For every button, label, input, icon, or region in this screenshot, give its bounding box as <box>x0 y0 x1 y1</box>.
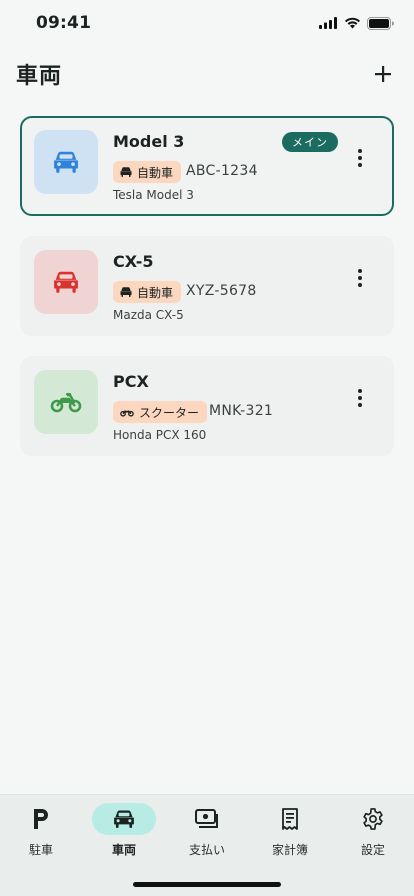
vehicle-thumbnail <box>34 250 98 314</box>
license-plate: ABC-1234 <box>186 163 258 179</box>
vehicle-type-label: 自動車 <box>137 165 174 180</box>
vehicle-name: Model 3 <box>113 132 185 151</box>
nav-item-vehicles[interactable]: 車両 <box>83 803 165 863</box>
vehicle-type-chip: 自動車 <box>113 161 182 183</box>
bottom-navigation: 駐車 車両 支払い 家計簿 設定 <box>0 794 414 896</box>
wifi-icon <box>345 17 360 29</box>
nav-item-budget[interactable]: 家計簿 <box>249 803 331 863</box>
parking-icon <box>34 809 48 829</box>
signal-icon <box>319 17 337 29</box>
add-vehicle-button[interactable] <box>368 59 398 89</box>
license-plate: XYZ-5678 <box>186 283 257 299</box>
vehicle-thumbnail <box>34 130 98 194</box>
receipt-icon <box>282 808 298 830</box>
main-badge: メイン <box>282 132 338 152</box>
nav-item-payments[interactable]: 支払い <box>166 803 248 863</box>
vehicle-list: Model 3 メイン 自動車 ABC-1234 Tesla Model 3 C… <box>20 116 394 476</box>
page-title: 車両 <box>16 64 63 89</box>
vehicle-model: Tesla Model 3 <box>113 188 194 202</box>
vehicle-thumbnail <box>34 370 98 434</box>
vehicle-card[interactable]: PCX スクーター MNK-321 Honda PCX 160 <box>20 356 394 456</box>
nav-label: 駐車 <box>28 843 53 857</box>
car-icon <box>120 287 132 297</box>
nav-label: 支払い <box>188 843 225 857</box>
more-vert-icon <box>358 269 362 273</box>
home-indicator <box>133 882 281 887</box>
car-icon <box>114 810 134 828</box>
nav-label: 設定 <box>360 843 385 857</box>
vehicle-type-label: 自動車 <box>137 285 174 300</box>
car-icon <box>120 167 132 177</box>
motorcycle-icon <box>120 410 134 417</box>
nav-label: 車両 <box>111 843 136 857</box>
license-plate: MNK-321 <box>209 403 274 419</box>
vehicle-type-chip: 自動車 <box>113 281 182 303</box>
status-bar: 09:41 <box>0 0 414 46</box>
plus-icon <box>375 66 391 82</box>
battery-icon <box>367 16 394 30</box>
more-options-button[interactable] <box>350 264 370 292</box>
more-options-button[interactable] <box>350 384 370 412</box>
vehicle-type-label: スクーター <box>139 405 200 420</box>
vehicle-card[interactable]: Model 3 メイン 自動車 ABC-1234 Tesla Model 3 <box>20 116 394 216</box>
more-vert-icon <box>358 389 362 393</box>
motorcycle-icon <box>50 393 82 413</box>
vehicle-card[interactable]: CX-5 自動車 XYZ-5678 Mazda CX-5 <box>20 236 394 336</box>
nav-item-settings[interactable]: 設定 <box>332 803 414 863</box>
gear-icon <box>363 808 383 830</box>
car-icon <box>54 151 78 173</box>
status-icons <box>319 16 394 30</box>
more-vert-icon <box>358 149 362 153</box>
vehicle-model: Mazda CX-5 <box>113 308 184 322</box>
more-options-button[interactable] <box>350 144 370 172</box>
header: 車両 <box>0 52 414 96</box>
status-time: 09:41 <box>36 13 92 33</box>
nav-item-parking[interactable]: 駐車 <box>0 803 82 863</box>
payment-icon <box>195 809 218 828</box>
vehicle-name: PCX <box>113 372 149 391</box>
car-icon <box>54 271 78 293</box>
vehicle-name: CX-5 <box>113 252 154 271</box>
vehicle-type-chip: スクーター <box>113 401 208 423</box>
nav-label: 家計簿 <box>271 843 308 857</box>
vehicle-model: Honda PCX 160 <box>113 428 207 442</box>
